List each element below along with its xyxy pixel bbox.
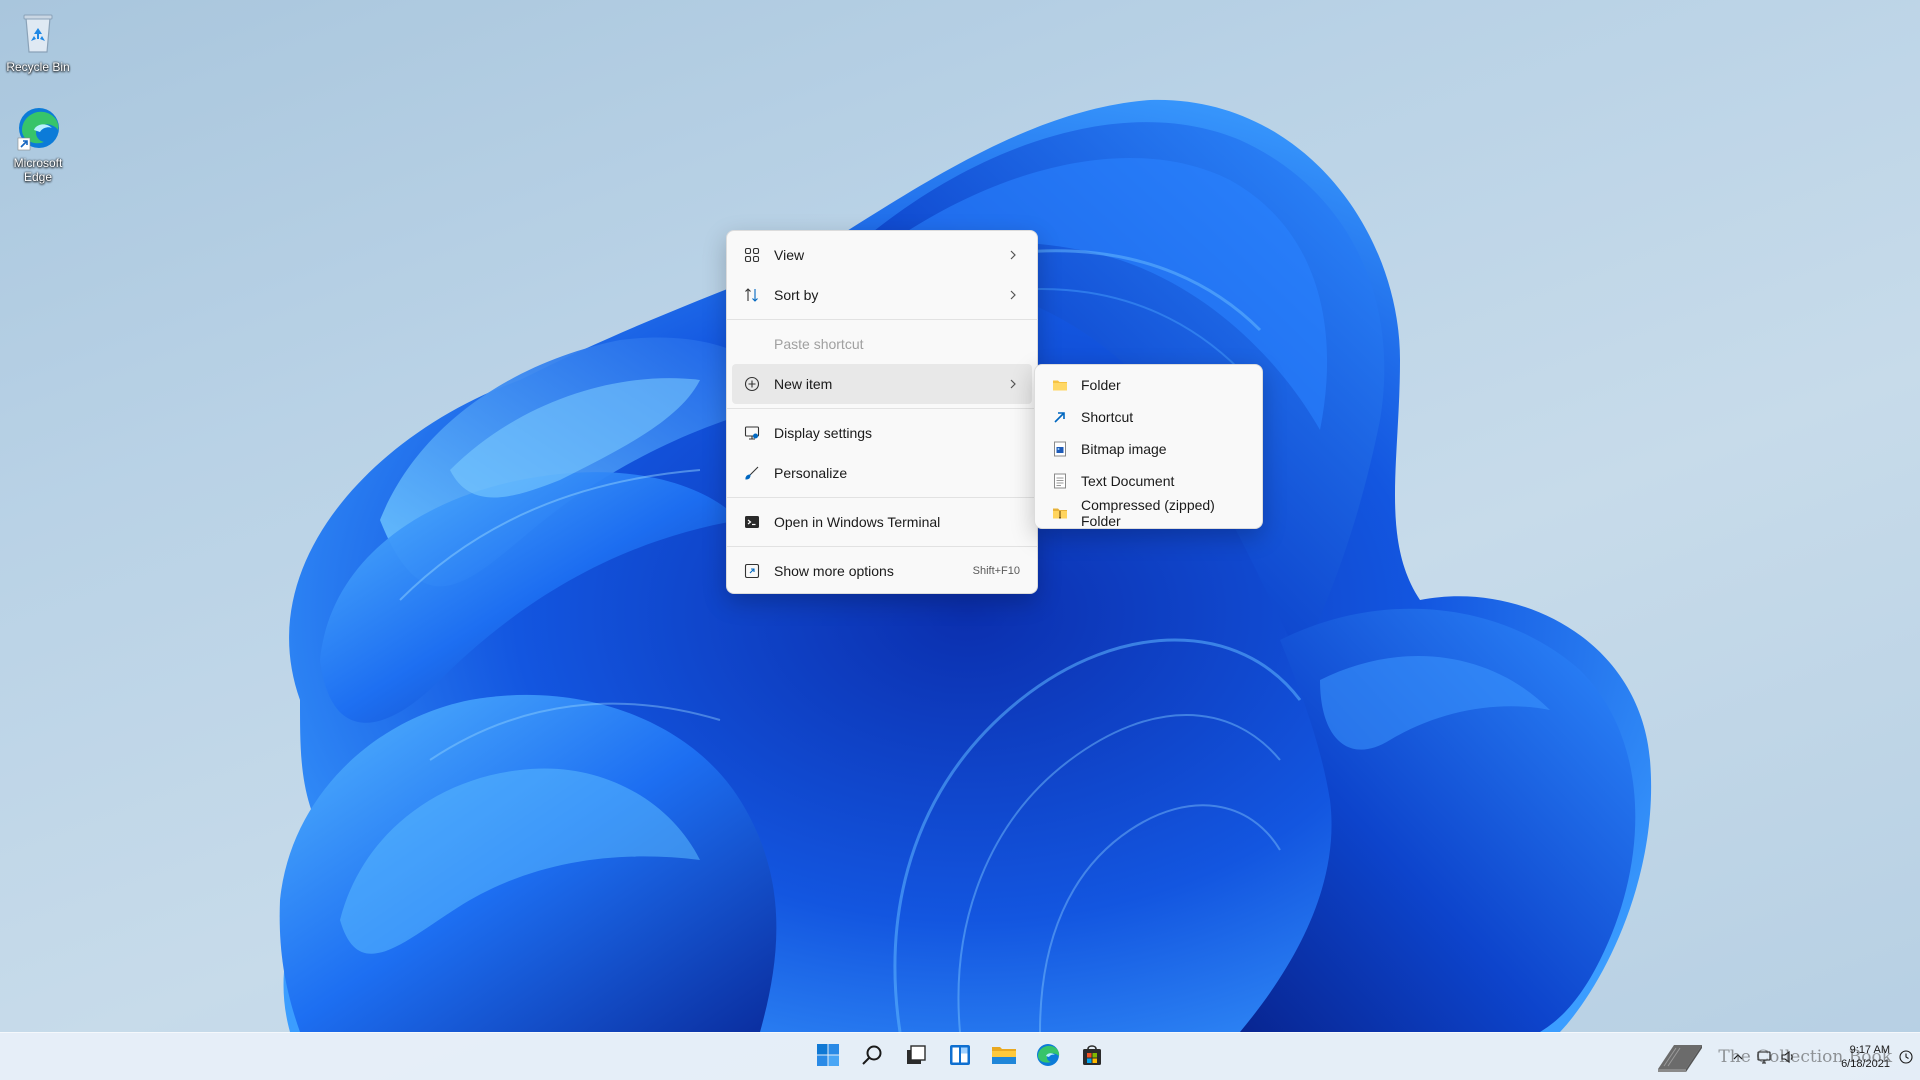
menu-item-label: Display settings [774,425,873,441]
zip-folder-icon [1052,505,1068,521]
menu-item-label: Personalize [774,465,848,481]
menu-item-personalize[interactable]: Personalize [732,453,1032,493]
chevron-right-icon [1006,288,1020,302]
menu-separator [727,408,1037,409]
bitmap-image-icon [1052,441,1068,457]
volume-icon[interactable] [1780,1049,1796,1065]
desktop-icon-label: Microsoft Edge [13,156,63,184]
chevron-up-icon[interactable] [1730,1049,1746,1065]
file-explorer-icon [991,1043,1017,1072]
text-document-icon [1052,473,1068,489]
menu-separator [727,546,1037,547]
keyboard-shortcut: Shift+F10 [972,565,1020,577]
recycle-bin-icon [14,8,62,56]
system-tray: The Collection Book 9:17 AM 6/18/2021 [1600,1033,1920,1080]
submenu-item-label: Bitmap image [1081,441,1167,457]
submenu-item-bitmap-image[interactable]: Bitmap image [1040,433,1257,465]
submenu-item-label: Compressed (zipped) Folder [1081,497,1215,529]
menu-item-label: Show more options [774,563,894,579]
display-settings-icon [744,425,760,441]
taskbar-edge-button[interactable] [1028,1037,1068,1077]
personalize-brush-icon [744,465,760,481]
clock-time: 9:17 AM [1849,1044,1890,1056]
view-grid-icon [744,247,760,263]
menu-item-display-settings[interactable]: Display settings [732,413,1032,453]
book-logo-icon [1658,1045,1703,1072]
menu-item-new-item[interactable]: New item [732,364,1032,404]
desktop-icon-recycle-bin[interactable]: Recycle Bin [0,8,76,74]
notification-icon[interactable] [1898,1049,1914,1065]
desktop-icon-label: Recycle Bin [6,60,70,74]
submenu-item-text-document[interactable]: Text Document [1040,465,1257,497]
network-icon[interactable] [1756,1049,1772,1065]
chevron-right-icon [1006,248,1020,262]
taskbar-start-button[interactable] [808,1037,848,1077]
widgets-icon [948,1043,972,1072]
edge-icon [14,104,62,152]
task-view-icon [904,1043,928,1072]
menu-item-label: Open in Windows Terminal [774,514,941,530]
taskbar-store-button[interactable] [1072,1037,1112,1077]
store-icon [1080,1043,1104,1072]
menu-item-label: New item [774,376,833,392]
desktop-context-menu: View Sort by Paste shortcut New item Dis… [726,230,1038,594]
sort-icon [744,287,760,303]
menu-item-label: View [774,247,805,263]
shortcut-arrow-icon [1052,409,1068,425]
submenu-item-label: Text Document [1081,473,1175,489]
submenu-item-folder[interactable]: Folder [1040,369,1257,401]
menu-separator [727,497,1037,498]
submenu-item-label: Folder [1081,377,1121,393]
taskbar: The Collection Book 9:17 AM 6/18/2021 [0,1032,1920,1080]
taskbar-file-explorer-button[interactable] [984,1037,1024,1077]
menu-item-label: Sort by [774,287,819,303]
chevron-right-icon [1006,377,1020,391]
menu-item-open-in-terminal[interactable]: Open in Windows Terminal [732,502,1032,542]
taskbar-search-button[interactable] [852,1037,892,1077]
taskbar-widgets-button[interactable] [940,1037,980,1077]
menu-item-sort-by[interactable]: Sort by [732,275,1032,315]
show-more-icon [744,563,760,579]
menu-separator [727,319,1037,320]
desktop[interactable]: Recycle Bin Microsoft Edge View Sort by … [0,0,1920,1080]
new-item-submenu: Folder Shortcut Bitmap image Text Docume… [1034,364,1263,529]
menu-item-label: Paste shortcut [774,336,864,352]
taskbar-task-view-button[interactable] [896,1037,936,1077]
menu-item-show-more-options[interactable]: Show more options Shift+F10 [732,551,1032,591]
folder-icon [1052,377,1068,393]
submenu-item-label: Shortcut [1081,409,1134,425]
windows-start-icon [816,1043,840,1072]
submenu-item-compressed-folder[interactable]: Compressed (zipped) Folder [1040,497,1257,529]
taskbar-clock[interactable]: 9:17 AM 6/18/2021 [1841,1043,1890,1071]
desktop-icon-edge[interactable]: Microsoft Edge [0,104,76,184]
new-item-plus-icon [744,376,760,392]
submenu-item-shortcut[interactable]: Shortcut [1040,401,1257,433]
terminal-icon [744,514,760,530]
clock-date: 6/18/2021 [1841,1058,1890,1070]
search-icon [860,1043,884,1072]
menu-item-view[interactable]: View [732,235,1032,275]
edge-icon [1036,1043,1060,1072]
menu-item-paste-shortcut: Paste shortcut [732,324,1032,364]
